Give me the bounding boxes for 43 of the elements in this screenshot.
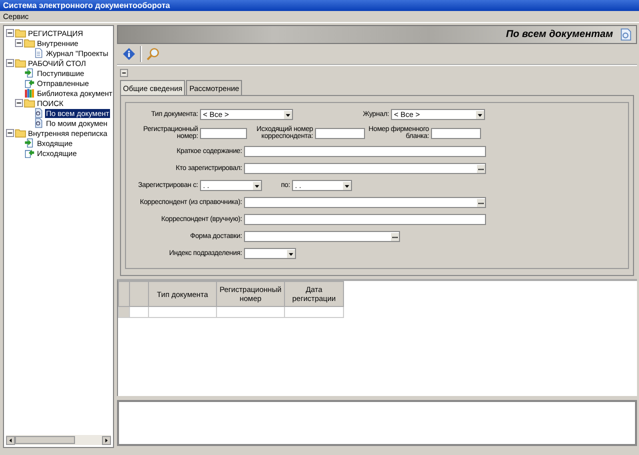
folder-icon [15,128,26,138]
input-field[interactable] [244,231,400,242]
collapse-toggle-icon[interactable] [6,59,14,67]
page-title: По всем документам [506,29,613,40]
search-icon[interactable] [146,47,160,61]
document-icon [619,28,632,41]
dropdown-arrow-icon [343,182,351,190]
ellipsis-button-icon[interactable] [477,164,485,172]
document-icon [33,108,44,118]
collapse-toggle-icon[interactable] [6,29,14,37]
scroll-left-icon[interactable] [6,436,15,444]
dropdown-arrow-icon [284,110,292,118]
folder-icon [24,38,35,48]
document-icon [33,48,44,58]
input-field[interactable] [315,128,365,138]
books-icon [24,88,35,98]
input-field[interactable] [244,214,486,225]
dropdown-field[interactable] [244,248,296,259]
document-arrow-icon [24,148,35,158]
input-field[interactable] [244,163,486,174]
scrollbar-thumb[interactable] [15,436,75,444]
input-field[interactable] [244,146,486,157]
info-icon[interactable] [122,47,136,61]
collapse-toggle-icon[interactable] [6,129,14,137]
collapse-toggle-icon[interactable] [120,69,128,77]
document-arrow-icon [24,78,35,88]
horizontal-scrollbar[interactable] [6,435,112,445]
document-icon [33,118,44,128]
input-field[interactable] [200,128,247,138]
folder-icon [24,98,35,108]
scroll-right-icon[interactable] [102,436,112,444]
dropdown-arrow-icon [287,250,295,258]
input-field[interactable] [244,197,486,208]
ellipsis-button-icon[interactable] [391,232,399,240]
folder-icon [15,58,26,68]
collapse-toggle-icon[interactable] [15,99,23,107]
collapse-toggle-icon[interactable] [15,39,23,47]
ellipsis-button-icon[interactable] [477,198,485,206]
window-title: Система электронного документооборота [3,1,170,10]
dropdown-arrow-icon [476,110,484,118]
input-field[interactable] [431,128,481,138]
folder-icon [15,28,26,38]
dropdown-arrow-icon [253,182,261,190]
